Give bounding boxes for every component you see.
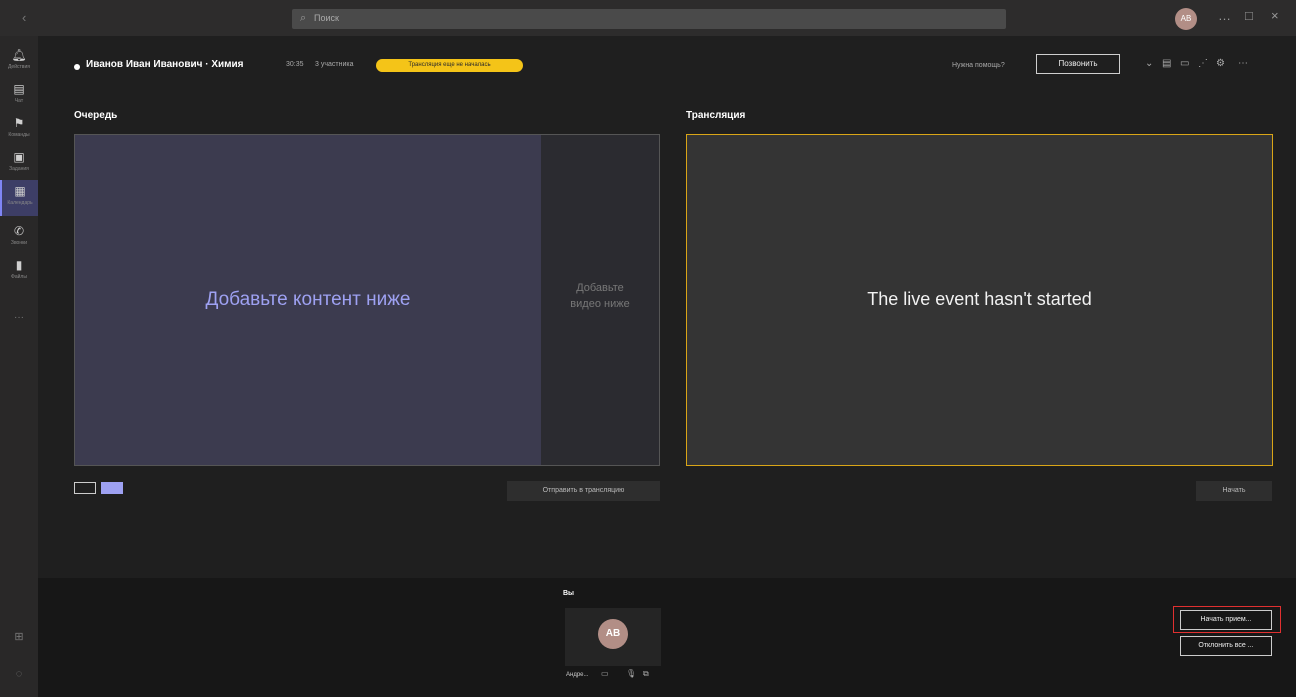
- search-icon: ⌕: [300, 12, 307, 24]
- self-video-tile[interactable]: АВ: [565, 608, 661, 666]
- apps-icon[interactable]: ⊞: [0, 630, 38, 643]
- event-status-badge: Трансляция еще не началась: [376, 59, 523, 72]
- bell-icon: 🔔︎: [11, 48, 27, 62]
- queue-content-placeholder: Добавьте контент ниже: [205, 289, 411, 310]
- rail-item-label: Файлы: [11, 274, 27, 280]
- microphone-icon[interactable]: 🎙︎: [626, 669, 636, 678]
- rail-item-label: Действия: [8, 64, 30, 70]
- teams-icon: ⚑: [13, 116, 25, 130]
- chevron-down-icon[interactable]: ⌄: [1145, 58, 1153, 69]
- live-indicator-dot: [74, 64, 80, 70]
- rail-item-label: Чат: [14, 98, 24, 104]
- video-placeholder-line2: видео ниже: [570, 298, 630, 310]
- rail-item-label: Звонки: [10, 240, 28, 246]
- you-label: Вы: [563, 590, 575, 597]
- layout-single-icon[interactable]: [74, 482, 96, 494]
- help-link[interactable]: Нужна помощь?: [952, 62, 1005, 69]
- queue-video-area[interactable]: Добавьте видео ниже: [541, 135, 659, 465]
- stats-icon[interactable]: ⋰: [1198, 58, 1208, 69]
- rail-item-files[interactable]: ▮ Файлы: [0, 254, 38, 286]
- calendar-icon: ▦: [14, 184, 26, 198]
- notes-icon[interactable]: ▤: [1162, 58, 1171, 69]
- participants-bar: [38, 578, 1296, 697]
- back-arrow-icon[interactable]: ‹: [22, 10, 26, 25]
- more-apps-icon[interactable]: ···: [0, 312, 38, 323]
- search-input[interactable]: ⌕ Поиск: [292, 9, 1006, 29]
- rail-item-chat[interactable]: ▤ Чат: [0, 78, 38, 110]
- profile-avatar[interactable]: АВ: [1175, 8, 1197, 30]
- live-panel: The live event hasn't started: [686, 134, 1273, 466]
- avatar: АВ: [598, 619, 628, 649]
- maximize-icon[interactable]: □: [1245, 8, 1253, 23]
- rail-item-calendar[interactable]: ▦ Календарь: [0, 180, 38, 216]
- rail-item-calls[interactable]: ✆ Звонки: [0, 220, 38, 252]
- call-button[interactable]: Позвонить: [1036, 54, 1120, 74]
- chat-icon: ▤: [13, 82, 25, 96]
- queue-panel: Добавьте контент ниже Добавьте видео ниж…: [74, 134, 660, 466]
- search-placeholder: Поиск: [314, 13, 339, 23]
- more-icon[interactable]: ⋯: [1238, 58, 1248, 69]
- meeting-timer: 30:35: [286, 61, 304, 68]
- participant-count: 3 участника: [315, 61, 354, 68]
- title-bar: ‹ ⌕ Поиск АВ … □ ×: [0, 0, 1296, 36]
- phone-icon: ✆: [13, 224, 25, 238]
- accept-requests-button[interactable]: Начать прием...: [1180, 610, 1272, 630]
- files-icon: ▮: [15, 258, 23, 272]
- send-to-live-button[interactable]: Отправить в трансляцию: [507, 481, 660, 501]
- rail-item-assignments[interactable]: ▣ Задания: [0, 146, 38, 178]
- help-icon[interactable]: ◌: [0, 668, 38, 680]
- queue-content-area[interactable]: Добавьте контент ниже: [75, 135, 541, 465]
- queue-title: Очередь: [74, 110, 118, 121]
- layout-split-icon[interactable]: [101, 482, 123, 494]
- camera-icon[interactable]: ▭: [601, 669, 609, 678]
- minimize-icon[interactable]: …: [1218, 8, 1231, 23]
- rail-item-activity[interactable]: 🔔︎ Действия: [0, 44, 38, 76]
- start-button[interactable]: Начать: [1196, 481, 1272, 501]
- settings-icon[interactable]: ⚙: [1216, 58, 1225, 69]
- assignments-icon: ▣: [13, 150, 25, 164]
- video-placeholder-line1: Добавьте: [576, 282, 624, 294]
- share-icon[interactable]: ⧉: [643, 669, 649, 679]
- teams-app: ‹ ⌕ Поиск АВ … □ × 🔔︎ Действия ▤ Чат ⚑ К…: [0, 0, 1296, 697]
- rail-item-teams[interactable]: ⚑ Команды: [0, 112, 38, 144]
- live-status-text: The live event hasn't started: [867, 289, 1092, 309]
- self-name: Андре...: [566, 672, 589, 678]
- app-rail: 🔔︎ Действия ▤ Чат ⚑ Команды ▣ Задания ▦ …: [0, 36, 38, 697]
- chat-icon[interactable]: ▭: [1180, 58, 1189, 69]
- meeting-title: Иванов Иван Иванович · Химия: [86, 59, 244, 70]
- rail-item-label: Команды: [8, 132, 30, 138]
- rail-item-label: Задания: [9, 166, 29, 172]
- queue-video-placeholder: Добавьте видео ниже: [541, 280, 659, 312]
- broadcast-title: Трансляция: [686, 110, 746, 121]
- reject-all-button[interactable]: Отклонить все ...: [1180, 636, 1272, 656]
- close-icon[interactable]: ×: [1271, 8, 1279, 23]
- rail-item-label: Календарь: [7, 200, 33, 206]
